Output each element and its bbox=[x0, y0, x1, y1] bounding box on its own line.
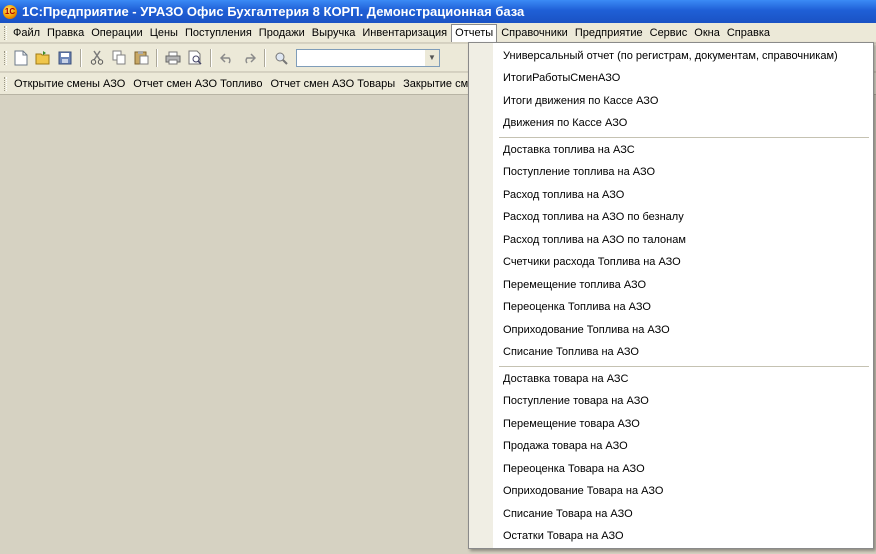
reports-dropdown-menu: Универсальный отчет (по регистрам, докум… bbox=[468, 42, 874, 549]
menu-item-cash-movement-totals[interactable]: Итоги движения по Кассе АЗО bbox=[503, 95, 658, 107]
menu-item-fuel-coupons[interactable]: Расход топлива на АЗО по талонам bbox=[503, 234, 686, 246]
title-bar: 1С 1С:Предприятие - УРАЗО Офис Бухгалтер… bbox=[0, 0, 876, 23]
menu-item-fuel-revaluation[interactable]: Переоценка Топлива на АЗО bbox=[503, 301, 651, 313]
save-icon[interactable] bbox=[55, 48, 75, 68]
app-logo-icon: 1С bbox=[3, 4, 17, 19]
menu-item-goods-receipt[interactable]: Поступление товара на АЗО bbox=[503, 395, 649, 407]
menu-revenue[interactable]: Выручка bbox=[309, 24, 359, 42]
menu-receipts[interactable]: Поступления bbox=[182, 24, 255, 42]
toolbar-separator bbox=[210, 48, 212, 67]
menu-service[interactable]: Сервис bbox=[647, 24, 691, 42]
menu-file[interactable]: Файл bbox=[10, 24, 43, 42]
open-folder-icon[interactable] bbox=[33, 48, 53, 68]
menu-separator bbox=[499, 137, 869, 138]
menu-enterprise[interactable]: Предприятие bbox=[572, 24, 646, 42]
quick-shift-report-fuel[interactable]: Отчет смен АЗО Топливо bbox=[129, 78, 266, 90]
menu-inventory[interactable]: Инвентаризация bbox=[359, 24, 450, 42]
menu-edit[interactable]: Правка bbox=[44, 24, 87, 42]
menu-prices[interactable]: Цены bbox=[147, 24, 181, 42]
print-icon[interactable] bbox=[163, 48, 183, 68]
menubar-grip[interactable] bbox=[4, 25, 7, 40]
paste-icon[interactable] bbox=[131, 48, 151, 68]
menu-item-fuel-consumption[interactable]: Расход топлива на АЗО bbox=[503, 189, 624, 201]
menu-item-goods-posting[interactable]: Оприходование Товара на АЗО bbox=[503, 485, 663, 497]
menu-item-fuel-delivery[interactable]: Доставка топлива на АЗС bbox=[503, 144, 635, 156]
menu-item-shift-results[interactable]: ИтогиРаботыСменАЗО bbox=[503, 72, 620, 84]
quickbar-grip[interactable] bbox=[4, 76, 7, 91]
menu-item-universal-report[interactable]: Универсальный отчет (по регистрам, докум… bbox=[503, 50, 838, 62]
menu-item-cash-movements[interactable]: Движения по Кассе АЗО bbox=[503, 117, 627, 129]
menu-item-fuel-meters[interactable]: Счетчики расхода Топлива на АЗО bbox=[503, 256, 681, 268]
menu-item-fuel-writeoff[interactable]: Списание Топлива на АЗО bbox=[503, 346, 639, 358]
menu-item-fuel-posting[interactable]: Оприходование Топлива на АЗО bbox=[503, 324, 670, 336]
menu-operations[interactable]: Операции bbox=[88, 24, 145, 42]
chevron-down-icon[interactable]: ▼ bbox=[425, 49, 439, 66]
toolbar-separator bbox=[264, 48, 266, 67]
menu-item-goods-delivery[interactable]: Доставка товара на АЗС bbox=[503, 373, 628, 385]
menu-item-fuel-transfer[interactable]: Перемещение топлива АЗО bbox=[503, 279, 646, 291]
toolbar-grip[interactable] bbox=[4, 50, 7, 65]
new-document-icon[interactable] bbox=[11, 48, 31, 68]
undo-icon[interactable] bbox=[217, 48, 237, 68]
menu-windows[interactable]: Окна bbox=[691, 24, 723, 42]
quick-open-shift[interactable]: Открытие смены АЗО bbox=[10, 78, 129, 90]
menu-directories[interactable]: Справочники bbox=[498, 24, 571, 42]
menu-sales[interactable]: Продажи bbox=[256, 24, 308, 42]
menu-reports[interactable]: Отчеты bbox=[451, 23, 498, 42]
copy-icon[interactable] bbox=[109, 48, 129, 68]
menu-item-goods-sales[interactable]: Продажа товара на АЗО bbox=[503, 440, 628, 452]
menu-item-goods-writeoff[interactable]: Списание Товара на АЗО bbox=[503, 508, 633, 520]
menu-item-goods-revaluation[interactable]: Переоценка Товара на АЗО bbox=[503, 463, 645, 475]
menu-separator bbox=[499, 366, 869, 367]
print-preview-icon[interactable] bbox=[185, 48, 205, 68]
redo-icon[interactable] bbox=[239, 48, 259, 68]
quick-shift-report-goods[interactable]: Отчет смен АЗО Товары bbox=[266, 78, 399, 90]
menu-bar: Файл Правка Операции Цены Поступления Пр… bbox=[0, 23, 876, 43]
toolbar-separator bbox=[156, 48, 158, 67]
quick-close-shift[interactable]: Закрытие см bbox=[399, 78, 472, 90]
search-icon[interactable] bbox=[271, 48, 291, 68]
menu-item-goods-transfer[interactable]: Перемещение товара АЗО bbox=[503, 418, 640, 430]
menu-icon-gutter bbox=[469, 43, 493, 548]
toolbar-separator bbox=[80, 48, 82, 67]
menu-item-fuel-cashless[interactable]: Расход топлива на АЗО по безналу bbox=[503, 211, 684, 223]
menu-item-goods-balance[interactable]: Остатки Товара на АЗО bbox=[503, 530, 624, 542]
menu-help[interactable]: Справка bbox=[724, 24, 773, 42]
window-title: 1С:Предприятие - УРАЗО Офис Бухгалтерия … bbox=[22, 4, 525, 19]
cut-icon[interactable] bbox=[87, 48, 107, 68]
search-input[interactable]: ▼ bbox=[296, 48, 440, 67]
menu-item-fuel-receipt[interactable]: Поступление топлива на АЗО bbox=[503, 166, 655, 178]
